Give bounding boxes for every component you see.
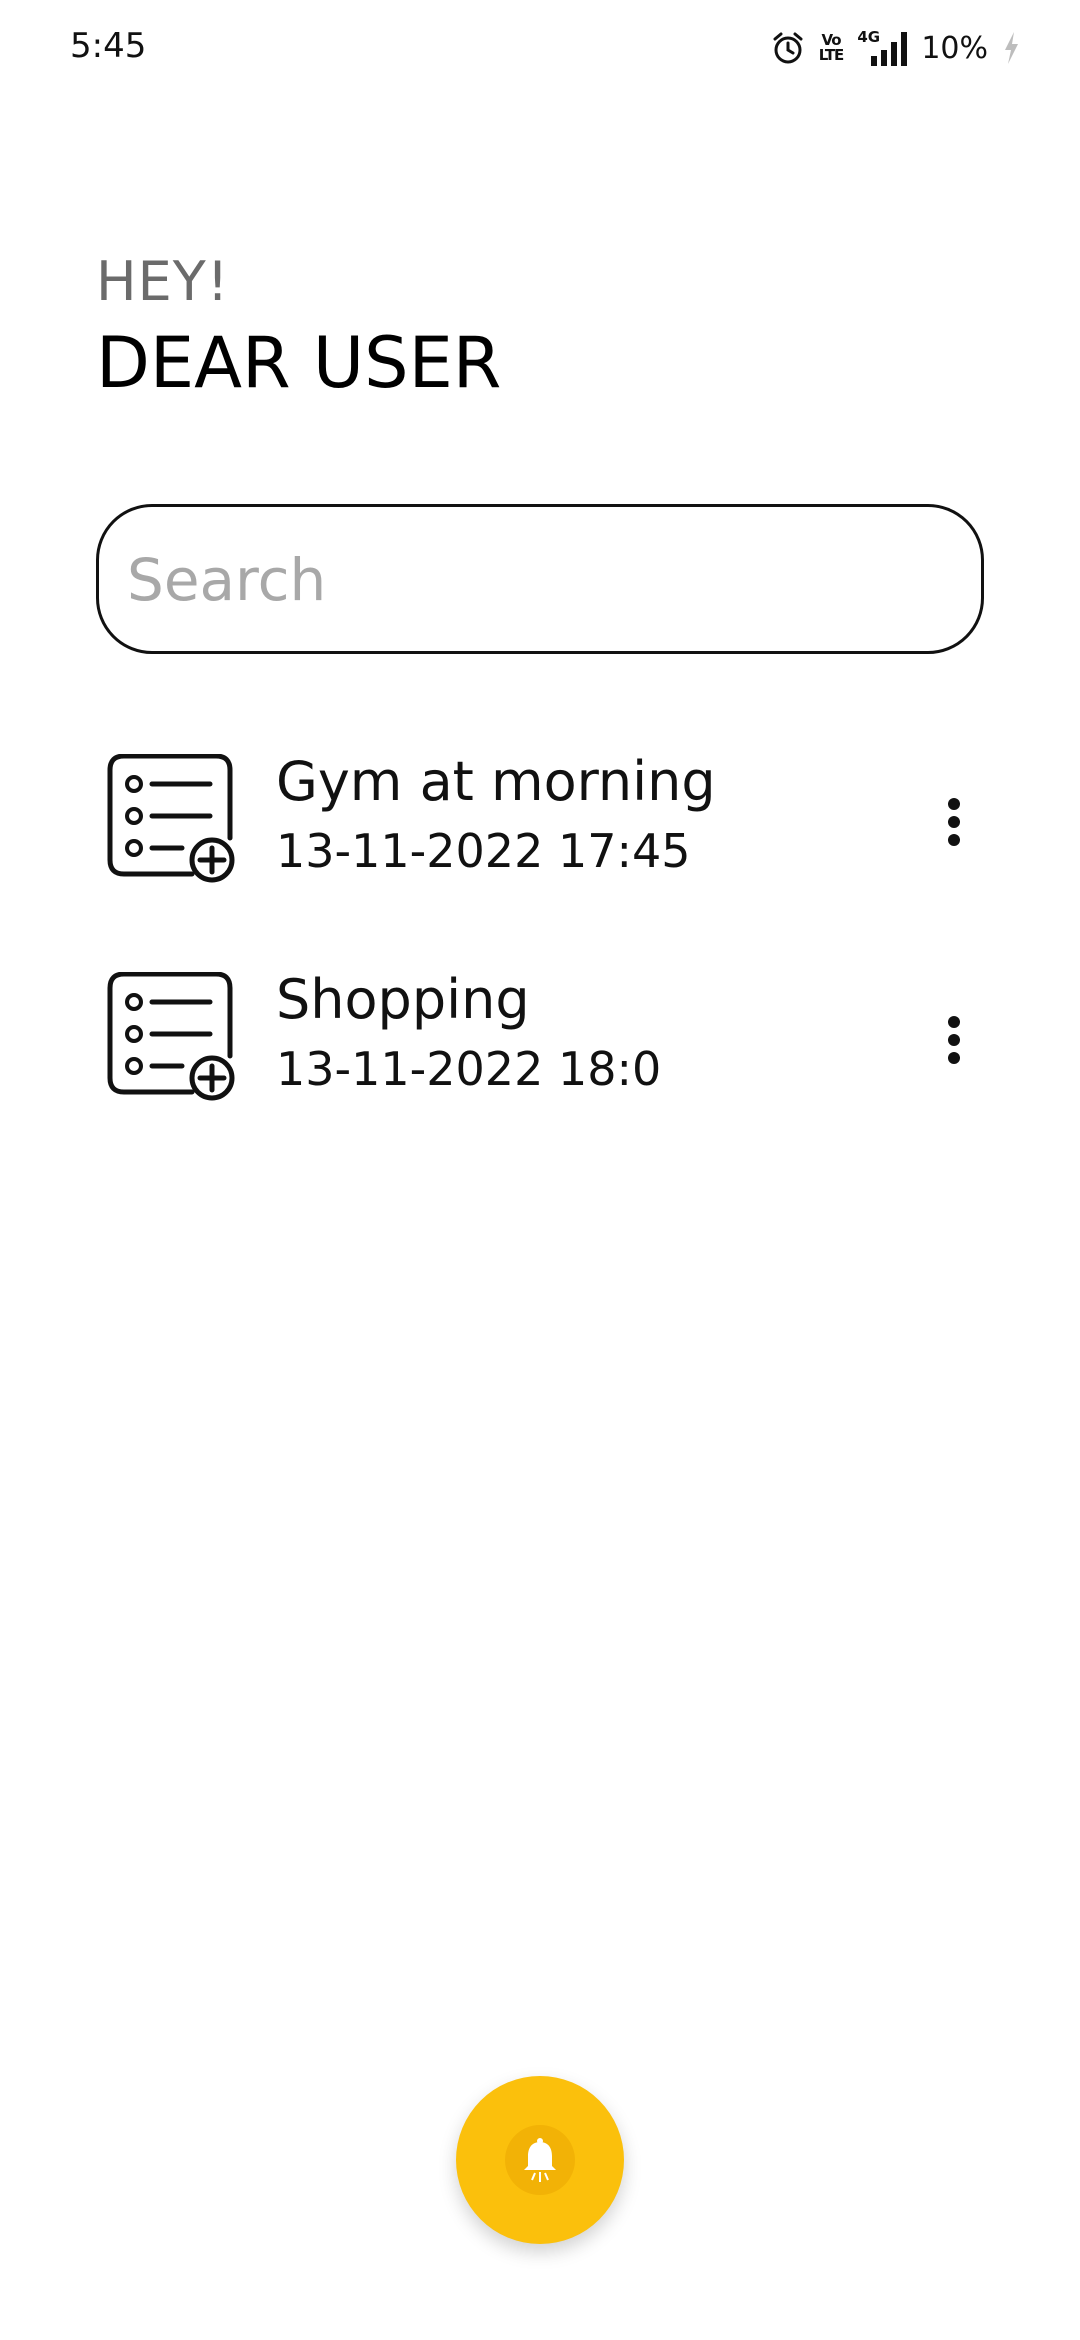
task-item[interactable]: Gym at morning 13-11-2022 17:45	[96, 750, 984, 904]
search-input[interactable]	[125, 507, 949, 653]
more-vert-icon	[948, 1016, 960, 1064]
task-title: Shopping	[276, 968, 530, 1031]
volte-bottom-label: LTE	[818, 46, 845, 64]
more-vert-icon	[948, 798, 960, 846]
search-box[interactable]	[96, 504, 984, 654]
add-list-icon	[106, 971, 236, 1102]
status-time: 5:45	[70, 26, 147, 66]
reminder-fab-button[interactable]	[456, 2076, 624, 2244]
add-list-icon	[106, 753, 236, 884]
task-item[interactable]: Shopping 13-11-2022 18:0	[96, 968, 984, 1122]
greeting-text: HEY!	[96, 250, 230, 313]
alarm-icon	[771, 31, 805, 65]
charging-icon	[1002, 30, 1020, 66]
bell-icon	[524, 2138, 556, 2182]
signal-icon: 4G	[857, 28, 908, 68]
user-name-title: DEAR USER	[96, 322, 502, 404]
status-icons: Vo LTE 4G 10%	[771, 24, 1020, 72]
fab-inner-circle	[505, 2125, 575, 2195]
battery-label: 10%	[921, 30, 988, 66]
task-title: Gym at morning	[276, 750, 716, 813]
task-date: 13-11-2022 17:45	[276, 824, 691, 878]
more-options-button[interactable]	[924, 1000, 984, 1080]
volte-icon: Vo LTE	[818, 33, 845, 64]
status-bar: 5:45 Vo LTE 4G 10%	[0, 0, 1080, 100]
more-options-button[interactable]	[924, 782, 984, 862]
task-date: 13-11-2022 18:0	[276, 1042, 662, 1096]
